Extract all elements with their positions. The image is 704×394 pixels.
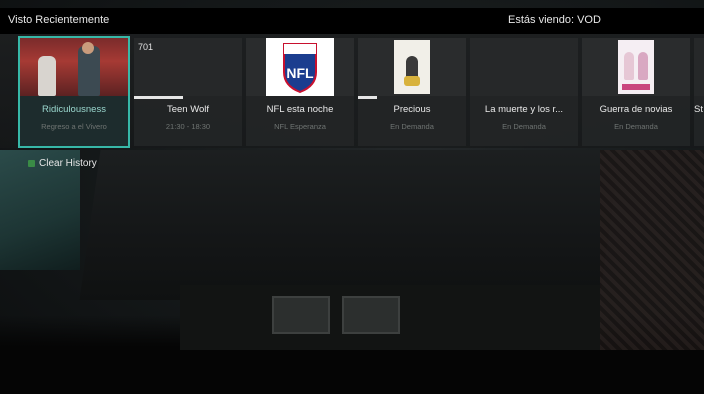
tile-title: Precious [393,104,431,115]
nfl-logo-box: NFL [266,38,334,96]
tile-subtitle: Regreso a el Vivero [41,122,107,131]
poster-figure [624,52,634,80]
recent-tile[interactable]: St [694,38,704,146]
person-head [82,42,94,54]
movie-poster [618,40,654,94]
scene-brick-wall [600,150,704,350]
nfl-shield-icon: NFL [283,43,317,94]
channel-number: 701 [138,42,154,52]
tile-subtitle: 21:30 - 18:30 [165,122,211,131]
tile-subtitle: En Demanda [502,122,546,131]
thumbnail [358,38,466,96]
recent-tile[interactable]: 701 Teen Wolf 21:30 - 18:30 [134,38,242,146]
tile-subtitle: En Demanda [614,122,658,131]
thumbnail: 701 [134,38,242,96]
show-thumbnail-image [20,38,128,96]
person-figure [38,56,56,96]
poster-figure [638,52,648,80]
poster-accent [404,76,420,86]
progress-bar [358,96,377,99]
clear-history-button[interactable]: Clear History [28,158,97,169]
now-watching-status: Estás viendo: VOD [508,14,601,26]
clear-history-label: Clear History [39,158,97,169]
thumbnail [470,38,578,96]
thumbnail [582,38,690,96]
scene-window [342,296,400,334]
scene-window [272,296,330,334]
tile-title: NFL esta noche [266,104,334,115]
tile-title: Ridiculousness [42,104,106,115]
scene-roof [79,150,621,300]
thumbnail [20,38,128,96]
tile-title: Teen Wolf [166,104,210,115]
movie-poster [394,40,430,94]
tv-guide-screen: Visto Recientemente Estás viendo: VOD Ri… [0,0,704,394]
poster-title-strip [622,84,650,90]
top-bar: Visto Recientemente Estás viendo: VOD [0,8,704,34]
tile-subtitle: NFL Esperanza [274,122,326,131]
recent-tile[interactable]: Ridiculousness Regreso a el Vivero [18,36,130,148]
tile-subtitle: En Demanda [390,122,434,131]
recent-tile[interactable]: NFL NFL esta noche NFL Esperanza [246,38,354,146]
progress-bar [134,96,183,99]
thumbnail [694,38,704,96]
recent-tile[interactable]: Guerra de novias En Demanda [582,38,690,146]
page-title: Visto Recientemente [8,14,110,26]
green-button-icon [28,160,35,167]
tile-title: St [694,104,703,115]
svg-text:NFL: NFL [286,65,314,81]
tile-title: Guerra de novias [599,104,673,115]
thumbnail: NFL [246,38,354,96]
tile-title: La muerte y los r... [484,104,564,115]
recent-tile[interactable]: La muerte y los r... En Demanda [470,38,578,146]
recent-tile[interactable]: Precious En Demanda [358,38,466,146]
